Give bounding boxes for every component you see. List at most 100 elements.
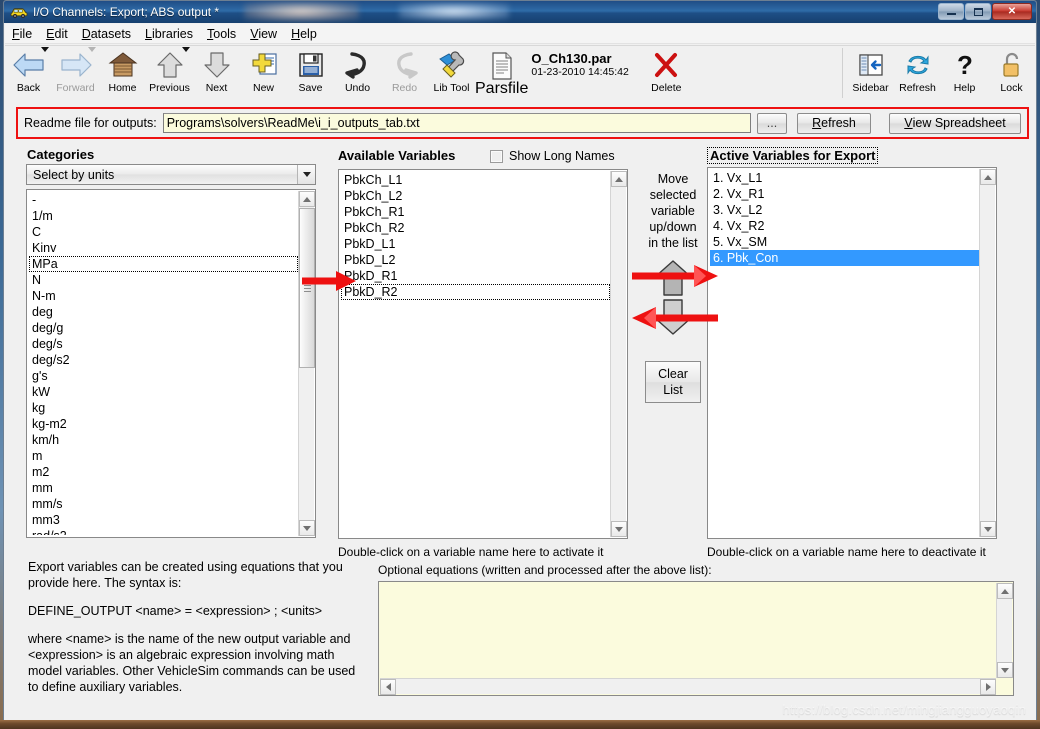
menu-edit[interactable]: Edit (39, 26, 75, 42)
scroll-down-icon[interactable] (611, 521, 627, 537)
available-variables-listbox[interactable]: PbkCh_L1 PbkCh_L2 PbkCh_R1 PbkCh_R2 PbkD_L1 P… (338, 169, 628, 539)
list-item[interactable]: PbkCh_R1 (341, 204, 610, 220)
list-item[interactable]: mm (29, 480, 298, 496)
active-variables-listbox[interactable]: 1. Vx_L1 2. Vx_R1 3. Vx_L2 4. Vx_R2 5. Vx_SM… (707, 167, 997, 539)
toolbar-redo-button[interactable]: Redo (381, 46, 428, 99)
scroll-left-icon[interactable] (380, 679, 396, 695)
list-item[interactable]: deg/s (29, 336, 298, 352)
list-item[interactable]: 3. Vx_L2 (710, 202, 979, 218)
scroll-down-icon[interactable] (980, 521, 996, 537)
list-item[interactable]: 5. Vx_SM (710, 234, 979, 250)
list-item[interactable]: PbkD_L2 (341, 252, 610, 268)
toolbar-previous-button[interactable]: Previous (146, 46, 193, 99)
list-item[interactable]: 6. Pbk_Con (710, 250, 979, 266)
move-up-arrow-icon[interactable] (652, 259, 694, 302)
categories-listbox[interactable]: -1/m C Kinv MPa N N-m deg deg/g deg/s deg/s2 g's kW… (26, 189, 316, 538)
categories-list[interactable]: -1/m C Kinv MPa N N-m deg deg/g deg/s deg/s2 g's kW… (29, 192, 298, 535)
active-vscrollbar[interactable] (979, 169, 996, 537)
scroll-right-icon[interactable] (980, 679, 996, 695)
toolbar-parsfile-label: Parsfile (475, 80, 529, 97)
show-long-names-row[interactable]: Show Long Names (490, 149, 615, 163)
scroll-down-icon[interactable] (299, 520, 315, 536)
scroll-up-icon[interactable] (611, 171, 627, 187)
list-item[interactable]: PbkCh_L1 (341, 172, 610, 188)
list-item[interactable]: PbkD_R2 (341, 284, 610, 300)
list-item[interactable]: 1. Vx_L1 (710, 170, 979, 186)
clear-list-button[interactable]: Clear List (645, 361, 701, 403)
toolbar-refresh-button[interactable]: Refresh (894, 46, 941, 99)
list-item[interactable]: km/h (29, 432, 298, 448)
list-item[interactable]: rad/s2 (29, 528, 298, 535)
maximize-button[interactable] (965, 3, 991, 20)
toolbar-parsfile-button[interactable]: Parsfile O_Ch130.par 01-23-2010 14:45:42 (475, 46, 629, 99)
menu-tools[interactable]: Tools (200, 26, 243, 42)
list-item[interactable]: PbkCh_L2 (341, 188, 610, 204)
list-item[interactable]: 2. Vx_R1 (710, 186, 979, 202)
list-item[interactable]: 4. Vx_R2 (710, 218, 979, 234)
menu-datasets[interactable]: Datasets (75, 26, 138, 42)
list-item[interactable]: PbkD_L1 (341, 236, 610, 252)
move-down-arrow-icon[interactable] (652, 298, 694, 341)
categories-vscrollbar[interactable] (298, 191, 315, 536)
scroll-up-icon[interactable] (299, 191, 315, 207)
menu-libraries[interactable]: Libraries (138, 26, 200, 42)
list-item[interactable]: mm3 (29, 512, 298, 528)
chevron-down-icon[interactable] (182, 47, 190, 52)
chevron-down-icon[interactable] (297, 165, 315, 184)
toolbar-forward-button[interactable]: Forward (52, 46, 99, 99)
list-item[interactable]: 1/m (29, 208, 298, 224)
list-item[interactable]: deg (29, 304, 298, 320)
list-item[interactable]: deg/g (29, 320, 298, 336)
equations-textarea[interactable] (378, 581, 1014, 696)
menu-help[interactable]: Help (284, 26, 324, 42)
show-long-names-checkbox[interactable] (490, 149, 503, 163)
active-variables-list[interactable]: 1. Vx_L1 2. Vx_R1 3. Vx_L2 4. Vx_R2 5. Vx_SM… (710, 170, 979, 536)
equations-vscrollbar[interactable] (996, 583, 1013, 678)
toolbar-next-button[interactable]: Next (193, 46, 240, 99)
toolbar-save-button[interactable]: Save (287, 46, 334, 99)
menu-view[interactable]: View (243, 26, 284, 42)
toolbar-lock-button[interactable]: Lock (988, 46, 1035, 99)
toolbar-sidebar-button[interactable]: Sidebar (847, 46, 894, 99)
list-item[interactable]: C (29, 224, 298, 240)
close-button[interactable]: ✕ (992, 3, 1032, 20)
scroll-up-icon[interactable] (997, 583, 1013, 599)
list-item[interactable]: MPa (29, 256, 298, 272)
chevron-down-icon[interactable] (41, 47, 49, 52)
toolbar-back-button[interactable]: Back (5, 46, 52, 99)
list-item[interactable]: N-m (29, 288, 298, 304)
equations-hscrollbar[interactable] (380, 678, 996, 695)
readme-file-input[interactable]: Programs\solvers\ReadMe\i_i_outputs_tab.… (162, 113, 751, 133)
list-item[interactable]: mm/s (29, 496, 298, 512)
minimize-button[interactable] (938, 3, 964, 20)
list-item[interactable]: m2 (29, 464, 298, 480)
list-item[interactable]: Kinv (29, 240, 298, 256)
readme-refresh-button[interactable]: Refresh (797, 112, 871, 134)
scroll-down-icon[interactable] (997, 662, 1013, 678)
toolbar-undo-button[interactable]: Undo (334, 46, 381, 99)
list-item[interactable]: kg-m2 (29, 416, 298, 432)
chevron-down-icon[interactable] (88, 47, 96, 52)
view-spreadsheet-button[interactable]: View Spreadsheet (889, 112, 1021, 134)
list-item[interactable]: - (29, 192, 298, 208)
toolbar-libtool-button[interactable]: Lib Tool (428, 46, 475, 99)
scroll-up-icon[interactable] (980, 169, 996, 185)
list-item[interactable]: m (29, 448, 298, 464)
list-item[interactable]: deg/s2 (29, 352, 298, 368)
list-item[interactable]: g's (29, 368, 298, 384)
toolbar-new-button[interactable]: New (240, 46, 287, 99)
list-item[interactable]: kg (29, 400, 298, 416)
select-by-units-combo[interactable]: Select by units (26, 164, 316, 185)
toolbar-home-button[interactable]: Home (99, 46, 146, 99)
list-item[interactable]: kW (29, 384, 298, 400)
toolbar-delete-button[interactable]: Delete (643, 46, 690, 99)
toolbar-help-button[interactable]: ? Help (941, 46, 988, 99)
readme-browse-button[interactable]: ... (757, 112, 787, 134)
menu-file[interactable]: File (5, 26, 39, 42)
available-variables-list[interactable]: PbkCh_L1 PbkCh_L2 PbkCh_R1 PbkCh_R2 PbkD_L1 P… (341, 172, 610, 536)
categories-scroll-thumb[interactable] (299, 208, 315, 368)
available-vscrollbar[interactable] (610, 171, 627, 537)
list-item[interactable]: N (29, 272, 298, 288)
list-item[interactable]: PbkD_R1 (341, 268, 610, 284)
list-item[interactable]: PbkCh_R2 (341, 220, 610, 236)
